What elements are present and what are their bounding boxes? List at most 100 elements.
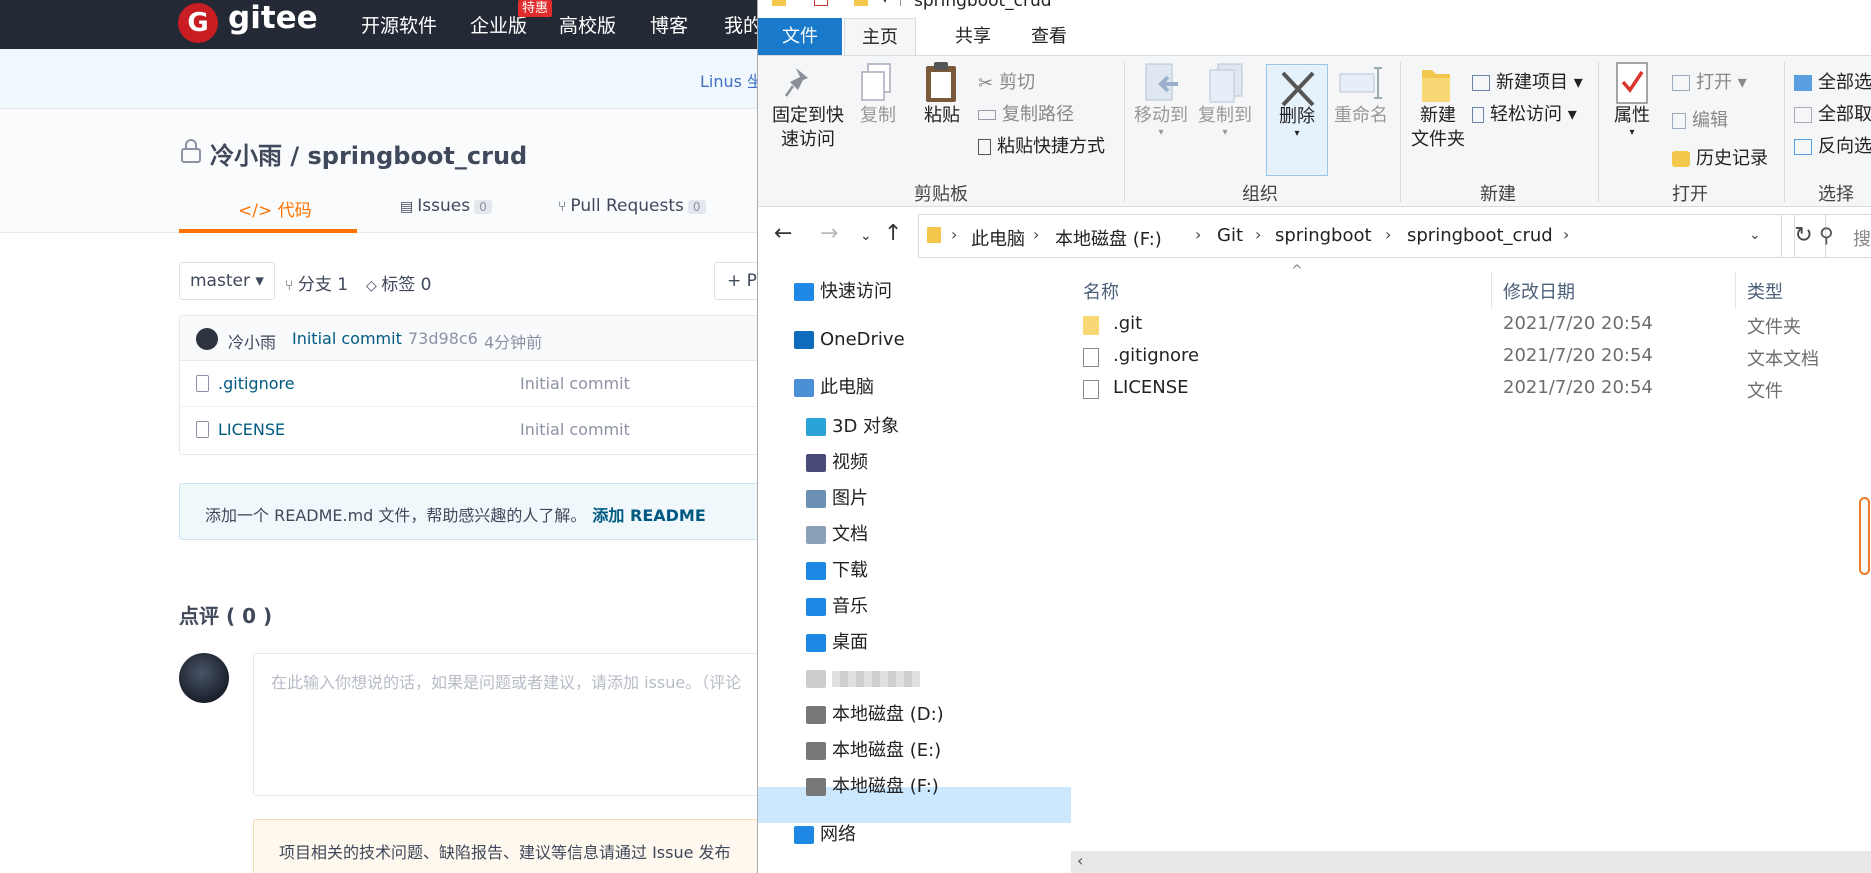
file-row[interactable]: LICENSE Initial commit — [180, 407, 778, 453]
select-none-button[interactable]: 全部取 — [1794, 100, 1871, 126]
back-arrow-icon[interactable]: ← — [774, 221, 792, 246]
tab-pull-requests[interactable]: ⑂ Pull Requests 0 — [558, 196, 706, 216]
explorer-titlebar[interactable]: ▾ springboot_crud — [758, 0, 1871, 12]
tab-issues[interactable]: ▤ Issues 0 — [400, 196, 492, 216]
file-row[interactable]: LICENSE 2021/7/20 20:54 文件 — [1071, 373, 1871, 405]
quick-access-toolbar-chevron-icon[interactable]: ▾ — [882, 0, 888, 6]
nav-blog[interactable]: 博客 — [650, 11, 688, 38]
select-all-button[interactable]: 全部选 — [1794, 68, 1871, 94]
nav-item[interactable]: 本地磁盘 (E:) — [806, 736, 941, 766]
rename-button[interactable]: 重命名 — [1330, 104, 1392, 128]
breadcrumb-drive-f[interactable]: 本地磁盘 (F:) — [1055, 225, 1162, 251]
breadcrumb-separator-icon[interactable]: › — [1563, 225, 1569, 244]
nav-item[interactable]: 3D 对象 — [806, 412, 899, 442]
nav-item[interactable] — [806, 664, 920, 694]
column-divider[interactable] — [1735, 271, 1736, 309]
properties-button[interactable]: 属性 ▾ — [1604, 104, 1660, 138]
invert-selection-button[interactable]: 反向选 — [1794, 132, 1871, 158]
scroll-left-icon[interactable]: ‹ — [1077, 851, 1083, 870]
commit-hash[interactable]: 73d98c6 — [408, 329, 478, 348]
breadcrumb-separator-icon[interactable]: › — [1195, 225, 1201, 244]
file-name[interactable]: LICENSE — [1113, 377, 1189, 398]
nav-open-source[interactable]: 开源软件 — [361, 11, 437, 38]
new-folder-quick-icon[interactable] — [854, 0, 868, 6]
copy-button[interactable]: 复制 — [854, 104, 902, 128]
tab-share[interactable]: 共享 — [938, 18, 1008, 55]
delete-button[interactable]: 删除 ▾ — [1266, 64, 1328, 176]
file-commit-message[interactable]: Initial commit — [520, 420, 630, 439]
nav-item[interactable]: 文档 — [806, 520, 868, 550]
nav-item[interactable]: 快速访问 — [794, 277, 892, 307]
breadcrumb-separator-icon[interactable]: › — [1033, 225, 1039, 244]
nav-item[interactable]: 网络 — [794, 820, 856, 850]
cut-button[interactable]: ✂ 剪切 — [978, 68, 1035, 94]
commit-author-avatar[interactable] — [196, 328, 218, 350]
gitee-logo-icon[interactable]: G — [178, 3, 218, 43]
nav-item[interactable]: 本地磁盘 (D:) — [806, 700, 944, 730]
search-input[interactable]: ⚲ 搜 — [1794, 214, 1871, 258]
nav-item[interactable]: 音乐 — [806, 592, 868, 622]
pin-to-quick-access-button[interactable]: 固定到快 速访问 — [770, 104, 846, 152]
tags-link[interactable]: ◇ 标签 0 — [366, 270, 431, 295]
nav-item[interactable]: 此电脑 — [794, 373, 874, 403]
address-history-chevron-icon[interactable]: ⌄ — [1749, 227, 1761, 243]
file-row[interactable]: .gitignore Initial commit — [180, 361, 778, 407]
file-name[interactable]: .gitignore — [1113, 345, 1199, 366]
horizontal-scrollbar[interactable]: ‹ — [1071, 851, 1871, 873]
address-bar[interactable]: › 此电脑 › 本地磁盘 (F:) › Git › springboot › s… — [918, 214, 1782, 258]
breadcrumb-git[interactable]: Git — [1217, 225, 1243, 246]
nav-item[interactable]: 图片 — [806, 484, 868, 514]
new-folder-button[interactable]: 新建 文件夹 — [1408, 104, 1468, 152]
forward-arrow-icon[interactable]: → — [820, 221, 838, 246]
file-row[interactable]: .gitignore 2021/7/20 20:54 文本文档 — [1071, 341, 1871, 373]
paste-shortcut-button[interactable]: 粘贴快捷方式 — [978, 132, 1105, 158]
commit-message[interactable]: Initial commit — [292, 329, 402, 348]
breadcrumb-springboot-crud[interactable]: springboot_crud — [1407, 225, 1553, 246]
add-readme-link[interactable]: 添加 README — [592, 506, 705, 525]
gitee-logo-text[interactable]: gitee — [228, 0, 318, 36]
nav-item[interactable]: 下载 — [806, 556, 868, 586]
breadcrumb-separator-icon[interactable]: › — [951, 225, 957, 244]
history-button[interactable]: 历史记录 — [1672, 144, 1768, 170]
breadcrumb-separator-icon[interactable]: › — [1255, 225, 1261, 244]
branch-selector[interactable]: master ▾ — [179, 262, 275, 300]
column-name[interactable]: 名称 — [1083, 278, 1119, 304]
file-commit-message[interactable]: Initial commit — [520, 374, 630, 393]
breadcrumb-this-pc[interactable]: 此电脑 — [971, 225, 1025, 251]
copy-to-button[interactable]: 复制到 ▾ — [1194, 104, 1256, 138]
comment-input[interactable]: 在此输入你想说的话，如果是问题或者建议，请添加 issue。（评论 — [253, 653, 813, 796]
nav-item[interactable]: 视频 — [806, 448, 868, 478]
up-arrow-icon[interactable]: ↑ — [884, 221, 902, 246]
nav-education[interactable]: 高校版 — [559, 11, 616, 38]
vertical-scrollbar[interactable] — [1859, 497, 1870, 575]
file-name[interactable]: LICENSE — [218, 420, 285, 439]
file-row[interactable]: .git 2021/7/20 20:54 文件夹 — [1071, 309, 1871, 341]
open-button[interactable]: 打开 ▾ — [1672, 68, 1747, 94]
edit-button[interactable]: 编辑 — [1672, 106, 1728, 132]
banner-text[interactable]: Linus 坐 — [700, 68, 763, 92]
user-avatar[interactable] — [179, 653, 229, 703]
branches-link[interactable]: ⑂ 分支 1 — [285, 270, 348, 295]
repo-title[interactable]: 冷小雨 / springboot_crud — [210, 136, 527, 171]
copy-path-button[interactable]: 复制路径 — [978, 100, 1074, 126]
nav-item[interactable]: OneDrive — [794, 325, 905, 355]
easy-access-button[interactable]: 轻松访问 ▾ — [1472, 100, 1577, 126]
new-item-button[interactable]: 新建项目 ▾ — [1472, 68, 1583, 94]
properties-quick-icon[interactable] — [814, 0, 828, 6]
commit-author[interactable]: 冷小雨 — [228, 329, 276, 353]
breadcrumb-springboot[interactable]: springboot — [1275, 225, 1372, 246]
file-name[interactable]: .git — [1113, 313, 1142, 334]
tab-home[interactable]: 主页 — [844, 18, 916, 55]
recent-locations-chevron-icon[interactable]: ⌄ — [860, 228, 872, 244]
column-type[interactable]: 类型 — [1747, 278, 1783, 304]
paste-button[interactable]: 粘贴 — [918, 104, 966, 128]
tab-file[interactable]: 文件 — [758, 18, 842, 55]
nav-item[interactable]: 本地磁盘 (F:) — [806, 772, 939, 802]
file-name[interactable]: .gitignore — [218, 374, 295, 393]
breadcrumb-separator-icon[interactable]: › — [1385, 225, 1391, 244]
move-to-button[interactable]: 移动到 ▾ — [1130, 104, 1192, 138]
column-divider[interactable] — [1491, 271, 1492, 309]
nav-item[interactable]: 桌面 — [806, 628, 868, 658]
tab-code[interactable]: </> 代码 — [238, 196, 312, 221]
tab-view[interactable]: 查看 — [1014, 18, 1084, 55]
